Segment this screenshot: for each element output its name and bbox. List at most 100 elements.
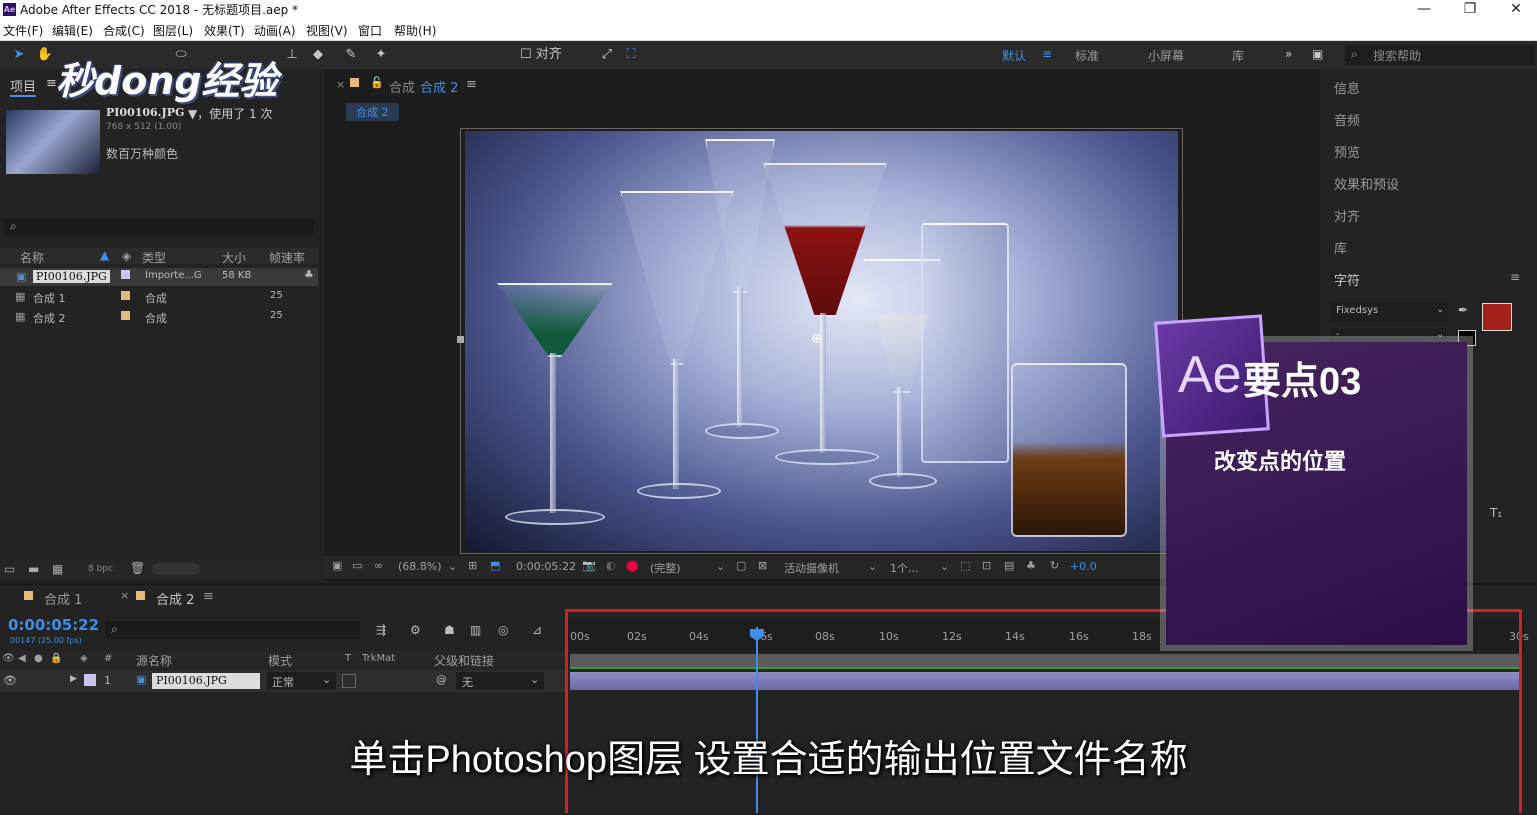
project-search-input[interactable]: ⌕ [4,218,314,236]
column-trkmat[interactable]: TrkMat [362,653,395,664]
guides-icon[interactable]: ∞ [374,559,383,572]
align-panel-tab[interactable]: 对齐 [1334,206,1360,225]
snapshot-icon[interactable]: 📷 [582,559,596,572]
column-type[interactable]: 类型 [142,249,166,266]
shy-layers-icon[interactable]: ☗ [444,623,455,637]
timeline-menu-icon[interactable]: ≡ [203,589,214,604]
menu-edit[interactable]: 编辑(E) [52,22,93,39]
flowchart-icon[interactable]: ♣ [304,268,314,281]
trkmat-select[interactable] [342,674,356,688]
label-swatch[interactable] [84,674,96,686]
views-select[interactable]: 1个... [890,560,919,576]
close-tab-icon[interactable]: × [120,589,129,602]
new-folder-icon[interactable]: ▬ [28,562,39,576]
subscript-icon[interactable]: T₁ [1490,506,1502,520]
anchor-point-icon[interactable]: ⊕ [811,331,823,347]
library-panel-tab[interactable]: 库 [1334,238,1347,257]
more-workspaces-icon[interactable]: » [1285,47,1292,61]
label-swatch[interactable] [121,291,130,300]
column-size[interactable]: 大小 [222,249,246,266]
snap-icon[interactable]: ⤢ [598,46,616,64]
bounds-handle[interactable] [457,336,464,343]
timeline-tab-comp2[interactable]: 合成 2 [156,589,194,608]
toggle-pixel-aspect-icon[interactable]: ⬚ [960,559,970,572]
eyedropper-icon[interactable]: ✒ [1458,303,1468,317]
menu-animation[interactable]: 动画(A) [254,22,296,39]
layer-name[interactable]: PI00106.JPG [152,673,260,689]
comp-tab-name[interactable]: 合成 2 [420,77,458,96]
panel-menu-icon[interactable]: ≡ [1510,270,1520,284]
always-preview-icon[interactable]: ▣ [332,559,342,572]
draft-3d-icon[interactable]: ⚙ [410,623,421,637]
restore-button[interactable]: ❐ [1447,0,1493,20]
timeline-tab-comp1[interactable]: 合成 1 [44,589,82,608]
delete-icon[interactable]: 🗑 [130,561,145,575]
menu-file[interactable]: 文件(F) [3,22,43,39]
timeline-icon[interactable]: ▤ [1004,559,1014,572]
flowchart-icon[interactable]: ♣ [1026,559,1036,572]
blend-mode-select[interactable]: 正常 ⌄ [266,672,336,690]
exposure-value[interactable]: +0.0 [1070,560,1097,573]
chevron-down-icon[interactable]: ⌄ [868,560,877,573]
expand-triangle-icon[interactable]: ▶ [70,674,77,684]
project-item-row[interactable]: ▦ 合成 2 合成 25 [0,308,318,326]
workspace-small-screen[interactable]: 小屏幕 [1148,47,1184,64]
project-item-row[interactable]: ▣ PI00106.JPG Importe...G 58 KB ♣ [0,268,318,286]
composition-viewer[interactable]: ⊕ [465,131,1178,551]
chevron-down-icon[interactable]: ⌄ [940,560,949,573]
workspace-standard[interactable]: 标准 [1075,47,1099,64]
project-tab[interactable]: 项目 [10,76,37,97]
label-column-icon[interactable]: ◈ [122,249,131,263]
puppet-pin-tool-icon[interactable]: ✦ [372,46,390,64]
interpret-footage-icon[interactable]: ▭ [4,562,15,576]
project-item-row[interactable]: ▦ 合成 1 合成 25 [0,288,318,306]
search-help-field[interactable]: ⌕ 搜索帮助 [1345,45,1535,65]
vr-icon[interactable]: ▭ [352,559,362,572]
label-swatch[interactable] [121,270,130,279]
resolution-select[interactable]: (完整) [650,560,681,576]
roto-brush-tool-icon[interactable]: ✎ [342,46,360,64]
comp-menu-icon[interactable]: ≡ [466,77,477,92]
show-snapshot-icon[interactable]: ◐ [606,559,616,572]
column-fps[interactable]: 帧速率 [269,249,305,266]
video-switch-icon[interactable]: 👁 [2,653,15,664]
mask-visibility-icon[interactable]: ⬒ [490,559,500,572]
sort-asc-icon[interactable]: ▲ [100,248,109,262]
reset-exposure-icon[interactable]: ↻ [1050,559,1059,572]
composition-mini-flowchart-icon[interactable]: ⇶ [376,623,386,637]
close-button[interactable]: ✕ [1493,0,1537,20]
info-panel-tab[interactable]: 信息 [1334,78,1360,97]
new-composition-icon[interactable]: ▦ [52,562,63,576]
menu-composition[interactable]: 合成(C) [103,22,145,39]
zoom-level[interactable]: (68.8%) [398,560,442,573]
viewer-timecode[interactable]: 0:00:05:22 [516,560,576,573]
camera-select[interactable]: 活动摄像机 [784,560,839,576]
motion-blur-icon[interactable]: ◎ [498,623,508,637]
eraser-tool-icon[interactable]: ◆ [309,46,327,64]
menu-help[interactable]: 帮助(H) [394,22,436,39]
font-family-select[interactable]: Fixedsys ⌄ [1330,303,1448,321]
preview-panel-tab[interactable]: 预览 [1334,142,1360,161]
parent-select[interactable]: 无 ⌄ [456,672,544,690]
thumbnail-slider[interactable] [152,563,200,575]
snap-grid-icon[interactable]: ⛶ [622,46,640,64]
fast-previews-icon[interactable]: ⊡ [982,559,991,572]
column-source-name[interactable]: 源名称 [136,652,172,669]
workspace-library[interactable]: 库 [1232,47,1244,64]
stamp-tool-icon[interactable]: ⊥ [283,46,301,64]
column-name[interactable]: 名称 [20,249,44,266]
transparency-grid-icon[interactable]: ⊠ [758,559,767,572]
sync-icon[interactable]: ▣ [1312,47,1323,61]
character-panel-tab[interactable]: 字符 [1334,270,1360,289]
pick-whip-icon[interactable]: @ [436,673,447,686]
timeline-search-input[interactable]: ⌕ [105,621,360,639]
channel-icon[interactable]: ⬤ [626,559,638,572]
chevron-down-icon[interactable]: ⌄ [448,560,457,573]
visibility-eye-icon[interactable]: 👁 [3,674,17,687]
lock-icon[interactable]: 🔓 [370,76,384,89]
graph-editor-icon[interactable]: ⊿ [532,623,542,637]
audio-switch-icon[interactable]: ◀ [18,653,26,664]
fill-color-swatch[interactable] [1482,303,1512,331]
audio-panel-tab[interactable]: 音频 [1334,110,1360,129]
frame-blending-icon[interactable]: ▥ [470,623,481,637]
